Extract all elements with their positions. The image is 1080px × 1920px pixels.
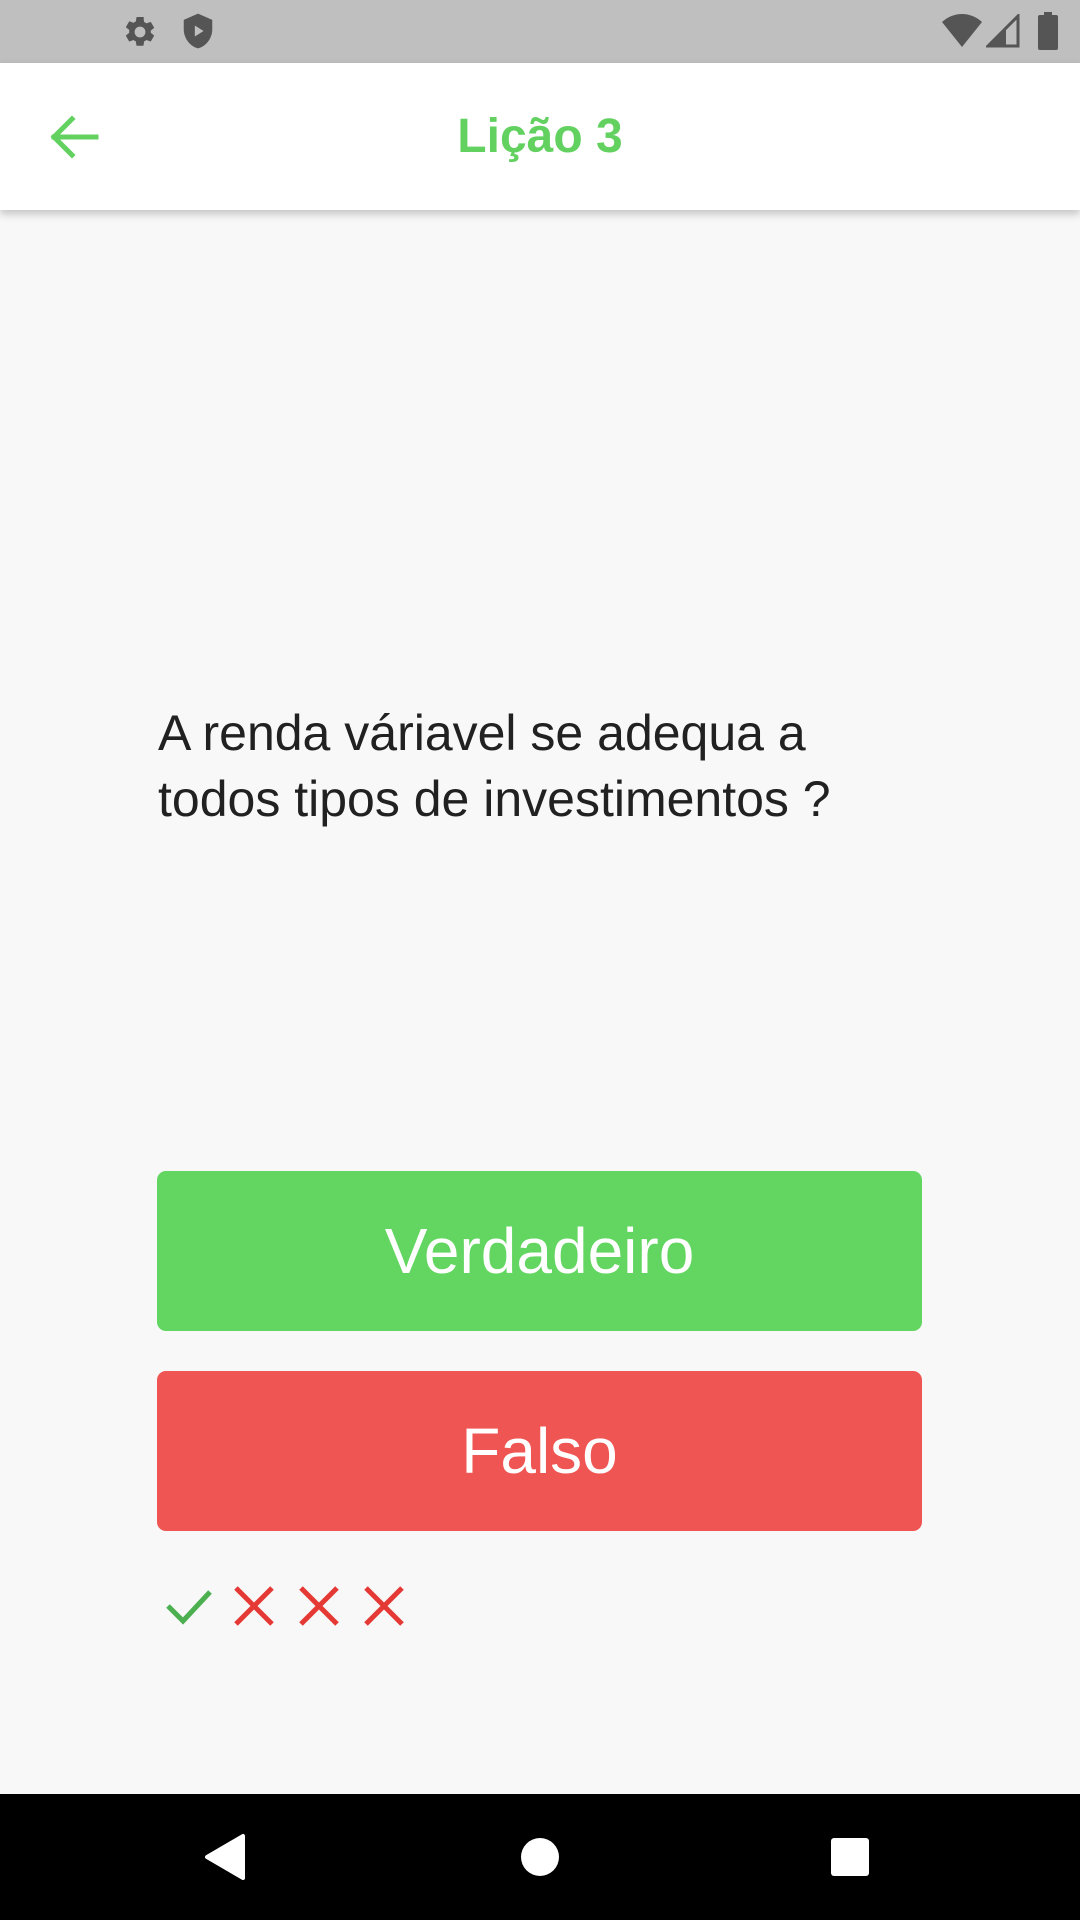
page-title: Lição 3 — [457, 110, 623, 163]
x-icon — [295, 1582, 343, 1630]
x-icon — [360, 1582, 408, 1630]
app-bar: Lição 3 — [0, 63, 1080, 210]
true-button-label: Verdadeiro — [384, 1215, 695, 1287]
battery-icon — [1038, 12, 1058, 55]
arrow-left-icon — [50, 115, 99, 159]
answer-history — [165, 1582, 425, 1630]
check-icon — [165, 1582, 213, 1630]
home-circle-icon — [521, 1838, 559, 1876]
true-button[interactable]: Verdadeiro — [157, 1171, 922, 1331]
nav-home-button[interactable] — [480, 1794, 600, 1920]
x-icon — [230, 1582, 278, 1630]
false-button-label: Falso — [461, 1415, 618, 1487]
shield-icon — [179, 12, 217, 55]
wifi-icon — [942, 14, 982, 53]
back-triangle-icon — [205, 1834, 245, 1880]
nav-recents-button[interactable] — [790, 1794, 910, 1920]
false-button[interactable]: Falso — [157, 1371, 922, 1531]
nav-back-button[interactable] — [165, 1794, 285, 1920]
settings-icon — [122, 14, 158, 55]
recents-square-icon — [831, 1838, 869, 1876]
status-bar — [0, 0, 1080, 63]
back-button[interactable] — [36, 104, 112, 170]
navigation-bar — [0, 1794, 1080, 1920]
cellular-signal-icon — [984, 12, 1020, 53]
question-text: A renda váriavel se adequa a todos tipos… — [158, 705, 831, 827]
